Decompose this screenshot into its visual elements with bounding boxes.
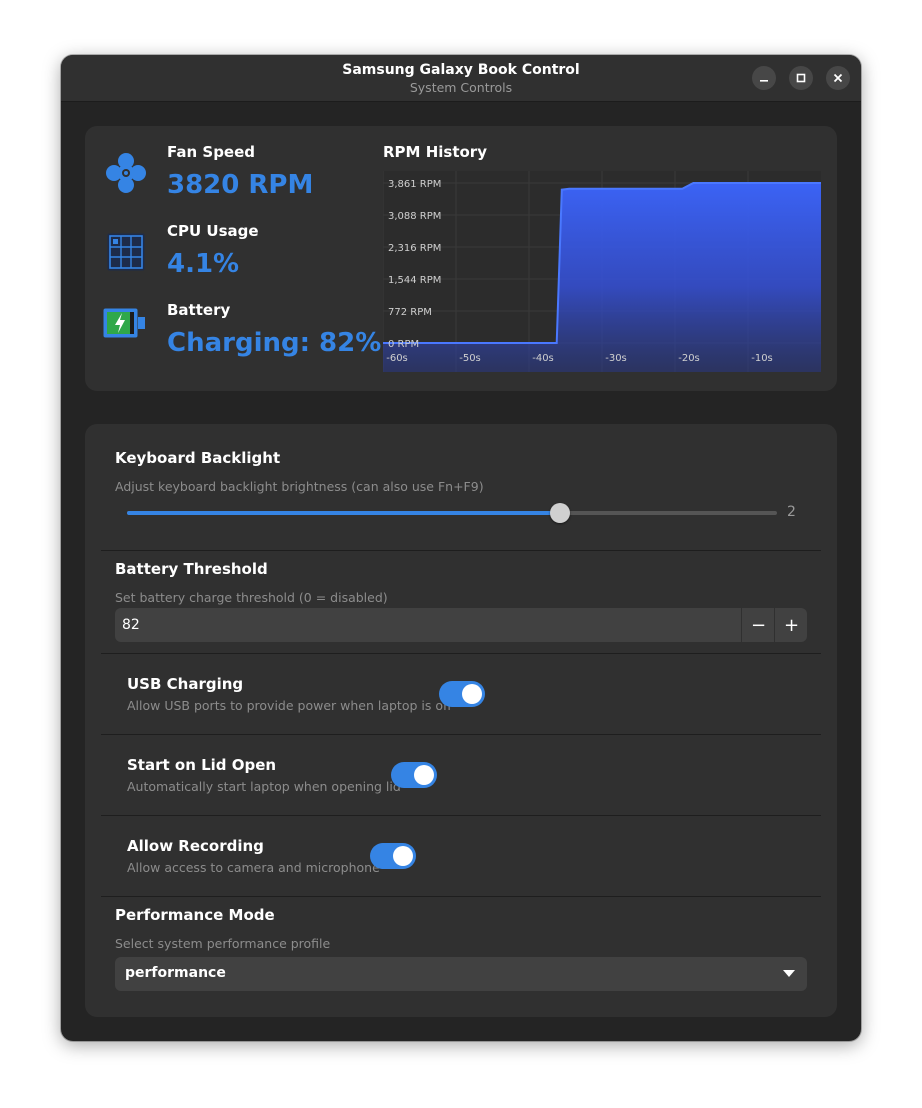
- window-title: Samsung Galaxy Book Control: [342, 62, 580, 78]
- battery-charging-icon: [103, 308, 145, 338]
- keyboard-backlight-row: Keyboard Backlight Adjust keyboard backl…: [101, 440, 821, 550]
- lid-open-subtitle: Automatically start laptop when opening …: [127, 779, 401, 794]
- lid-open-row: Start on Lid Open Automatically start la…: [101, 734, 821, 816]
- maximize-button[interactable]: [789, 66, 813, 90]
- recording-subtitle: Allow access to camera and microphone: [127, 860, 380, 875]
- slider-fill: [127, 511, 560, 515]
- title-bar[interactable]: Samsung Galaxy Book Control System Contr…: [61, 55, 861, 102]
- minimize-button[interactable]: [752, 66, 776, 90]
- battery-threshold-subtitle: Set battery charge threshold (0 = disabl…: [115, 590, 388, 605]
- close-icon: [833, 73, 843, 83]
- cpu-usage-label: CPU Usage: [167, 222, 259, 240]
- performance-mode-dropdown[interactable]: performance: [115, 957, 807, 991]
- y-tick-label: 3,861 RPM: [388, 179, 441, 190]
- performance-mode-subtitle: Select system performance profile: [115, 936, 331, 951]
- keyboard-backlight-title: Keyboard Backlight: [115, 449, 281, 467]
- keyboard-backlight-subtitle: Adjust keyboard backlight brightness (ca…: [115, 479, 484, 494]
- fan-speed-label: Fan Speed: [167, 143, 256, 161]
- x-tick-label: -50s: [459, 353, 481, 364]
- close-button[interactable]: [826, 66, 850, 90]
- performance-mode-value: performance: [125, 965, 226, 981]
- usb-charging-row: USB Charging Allow USB ports to provide …: [101, 653, 821, 735]
- switch-knob: [393, 846, 413, 866]
- battery-threshold-spinbutton: 82 − +: [115, 608, 807, 642]
- chevron-down-icon: [783, 970, 795, 977]
- switch-knob: [462, 684, 482, 704]
- lid-open-switch[interactable]: [391, 762, 437, 788]
- recording-switch[interactable]: [370, 843, 416, 869]
- cpu-icon: [107, 233, 145, 271]
- x-tick-label: -10s: [751, 353, 773, 364]
- x-tick-label: -40s: [532, 353, 554, 364]
- usb-charging-title: USB Charging: [127, 675, 244, 693]
- x-tick-label: -60s: [386, 353, 408, 364]
- decrement-button[interactable]: −: [741, 608, 775, 642]
- y-tick-label: 3,088 RPM: [388, 211, 441, 222]
- chart-title: RPM History: [383, 143, 487, 161]
- lid-open-title: Start on Lid Open: [127, 756, 277, 774]
- battery-threshold-row: Battery Threshold Set battery charge thr…: [101, 550, 821, 654]
- y-tick-label: 0 RPM: [388, 339, 419, 350]
- maximize-icon: [796, 73, 806, 83]
- minimize-icon: [760, 80, 768, 82]
- performance-mode-title: Performance Mode: [115, 906, 275, 924]
- rpm-history-chart: 3,861 RPM 3,088 RPM 2,316 RPM 1,544 RPM 772 …: [383, 171, 821, 372]
- battery-value: Charging: 82%: [167, 328, 382, 358]
- increment-button[interactable]: +: [774, 608, 808, 642]
- usb-charging-subtitle: Allow USB ports to provide power when la…: [127, 698, 452, 713]
- x-tick-label: -30s: [605, 353, 627, 364]
- performance-mode-row: Performance Mode Select system performan…: [101, 896, 821, 1001]
- cpu-usage-value: 4.1%: [167, 249, 240, 279]
- recording-title: Allow Recording: [127, 837, 264, 855]
- keyboard-backlight-slider[interactable]: [127, 503, 777, 523]
- fan-speed-value: 3820 RPM: [167, 170, 314, 200]
- battery-label: Battery: [167, 301, 231, 319]
- battery-threshold-input[interactable]: 82: [122, 617, 140, 633]
- x-tick-label: -20s: [678, 353, 700, 364]
- window-subtitle: System Controls: [409, 80, 513, 95]
- status-card: Fan Speed 3820 RPM CPU Usage 4.1% Batter…: [85, 126, 837, 391]
- slider-handle[interactable]: [549, 503, 570, 523]
- recording-row: Allow Recording Allow access to camera a…: [101, 815, 821, 897]
- y-tick-label: 2,316 RPM: [388, 243, 441, 254]
- fan-icon: [106, 153, 146, 193]
- usb-charging-switch[interactable]: [439, 681, 485, 707]
- battery-threshold-title: Battery Threshold: [115, 560, 268, 578]
- settings-card: Keyboard Backlight Adjust keyboard backl…: [85, 424, 837, 1017]
- y-tick-label: 772 RPM: [388, 307, 432, 318]
- keyboard-backlight-value: 2: [787, 504, 796, 520]
- switch-knob: [414, 765, 434, 785]
- app-window: Samsung Galaxy Book Control System Contr…: [61, 55, 861, 1041]
- y-tick-label: 1,544 RPM: [388, 275, 441, 286]
